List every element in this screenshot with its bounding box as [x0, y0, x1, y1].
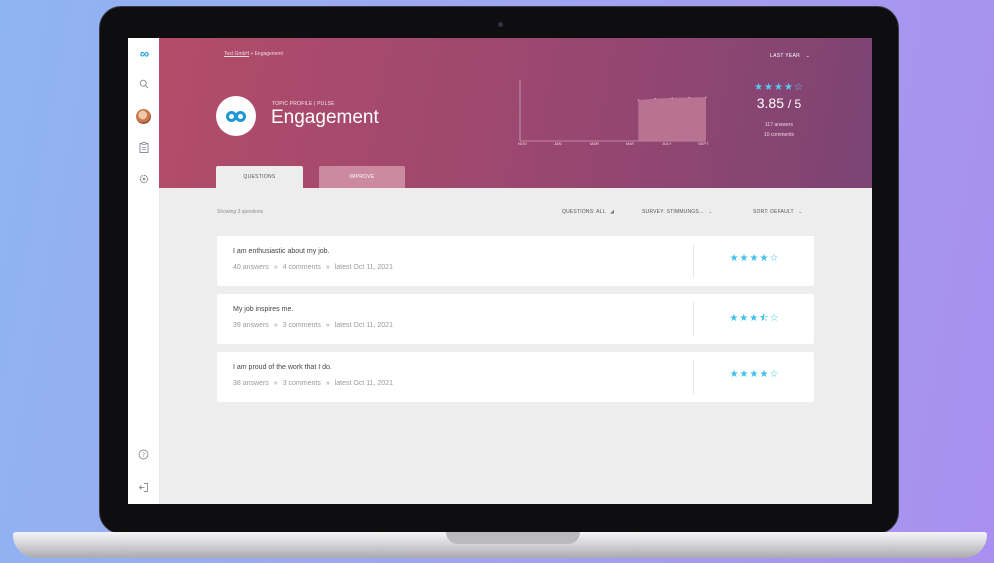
chart-point: [654, 97, 656, 100]
question-stars: ★★★★☆: [729, 253, 780, 264]
answers-count: 117 answers: [765, 122, 793, 128]
question-text: I am proud of the work that I do.: [233, 364, 332, 371]
card-divider: [693, 360, 694, 394]
question-meta: 39 answers » 3 comments » latest Oct 11, 202…: [233, 322, 393, 329]
question-latest: latest Oct 11, 2021: [334, 264, 393, 271]
meta-separator: »: [273, 322, 278, 329]
sort-dropdown[interactable]: SORT: DEFAULT ⌄: [753, 209, 803, 215]
question-answers: 38 answers: [233, 380, 269, 387]
search-icon[interactable]: [128, 79, 159, 93]
chart-x-tick-label: MAY: [626, 141, 635, 146]
questions-filter-label: QUESTIONS: ALL: [562, 209, 606, 215]
chart-area-series: [638, 97, 706, 141]
question-answers: 39 answers: [233, 322, 269, 329]
chevron-down-icon: ⌄: [805, 53, 811, 59]
meta-separator: »: [325, 264, 330, 271]
question-answers: 40 answers: [233, 264, 269, 271]
question-meta: 38 answers » 3 comments » latest Oct 11, 202…: [233, 380, 393, 387]
chart-x-tick-label: SEPT: [698, 141, 709, 146]
question-comments: 4 comments: [282, 264, 321, 271]
question-latest: latest Oct 11, 2021: [334, 322, 393, 329]
chart-point: [705, 96, 707, 98]
chart-point: [671, 97, 673, 99]
overall-stars: ★★★★☆: [754, 82, 804, 93]
card-divider: [693, 302, 694, 336]
clipboard-icon[interactable]: [128, 142, 159, 157]
page-title: Engagement: [271, 107, 379, 128]
chart-point: [688, 96, 690, 99]
question-card[interactable]: My job inspires me. 39 answers » 3 comment…: [217, 294, 814, 344]
chevron-down-icon: ⌄: [798, 209, 803, 215]
chevron-down-icon: ⌄: [708, 209, 713, 215]
filter-icon: ◢: [610, 209, 615, 215]
meta-separator: »: [325, 322, 330, 329]
survey-dropdown-label: SURVEY: STIMMUNGS...: [642, 209, 704, 215]
help-icon[interactable]: ?: [128, 449, 159, 464]
breadcrumb: Test GmbH » Engagement: [224, 51, 283, 57]
sort-dropdown-label: SORT: DEFAULT: [753, 209, 794, 215]
period-label: LAST YEAR: [770, 53, 801, 59]
logout-icon[interactable]: [128, 482, 159, 497]
chart-x-tick-label: JAN: [554, 141, 562, 146]
meta-separator: »: [273, 264, 278, 271]
question-stars: ★★★★☆: [729, 369, 780, 380]
chart-x-tick-label: NOV: [518, 141, 527, 146]
card-divider: [693, 244, 694, 278]
question-card[interactable]: I am proud of the work that I do. 38 ans…: [217, 352, 814, 402]
sidebar: ∞ ?: [128, 38, 160, 504]
app-logo[interactable]: ∞: [128, 47, 159, 61]
comments-count: 10 comments: [763, 132, 794, 138]
score-denominator: / 5: [787, 97, 802, 111]
laptop-base: [13, 532, 987, 558]
breadcrumb-current: Engagement: [254, 51, 283, 57]
question-text: I am enthusiastic about my job.: [233, 248, 330, 255]
question-latest: latest Oct 11, 2021: [334, 380, 393, 387]
question-comments: 3 comments: [282, 322, 321, 329]
questions-count-label: Showing 3 questions: [217, 209, 264, 215]
chart-x-tick-label: JULY: [662, 141, 672, 146]
chart-point: [637, 99, 639, 101]
trend-chart: [519, 80, 707, 142]
score-value: 3.85: [756, 95, 784, 111]
meta-separator: »: [273, 380, 278, 387]
topic-logo: [216, 96, 256, 136]
topic-header: Test GmbH » Engagement TOPIC PROFILE | P…: [159, 38, 872, 188]
breadcrumb-parent-link[interactable]: Test GmbH: [224, 51, 249, 57]
tab-improve[interactable]: IMPROVE: [319, 166, 405, 188]
camera-icon: [498, 22, 503, 27]
question-meta: 40 answers » 4 comments » latest Oct 11, 202…: [233, 264, 393, 271]
question-card[interactable]: I am enthusiastic about my job. 40 answe…: [217, 236, 814, 286]
meta-separator: »: [325, 380, 330, 387]
breadcrumb-separator: »: [250, 51, 254, 57]
period-dropdown[interactable]: LAST YEAR ⌄: [770, 53, 810, 59]
overall-score: 3.85 / 5: [734, 95, 824, 111]
question-comments: 3 comments: [282, 380, 321, 387]
svg-text:?: ?: [142, 451, 145, 459]
app-screen: ∞ ? Test GmbH » Engagement TOPIC PROFILE…: [128, 38, 872, 504]
question-text: My job inspires me.: [233, 306, 294, 313]
laptop-notch: [446, 532, 580, 544]
chart-x-tick-label: MAR: [590, 141, 599, 146]
questions-filter[interactable]: QUESTIONS: ALL ◢: [562, 209, 614, 215]
survey-dropdown[interactable]: SURVEY: STIMMUNGS... ⌄: [642, 209, 713, 215]
settings-icon[interactable]: [128, 174, 159, 188]
user-avatar[interactable]: [128, 109, 159, 124]
tab-questions[interactable]: QUESTIONS: [216, 166, 303, 188]
question-stars: ★★★⯪☆: [729, 313, 780, 324]
avatar: [136, 109, 151, 124]
